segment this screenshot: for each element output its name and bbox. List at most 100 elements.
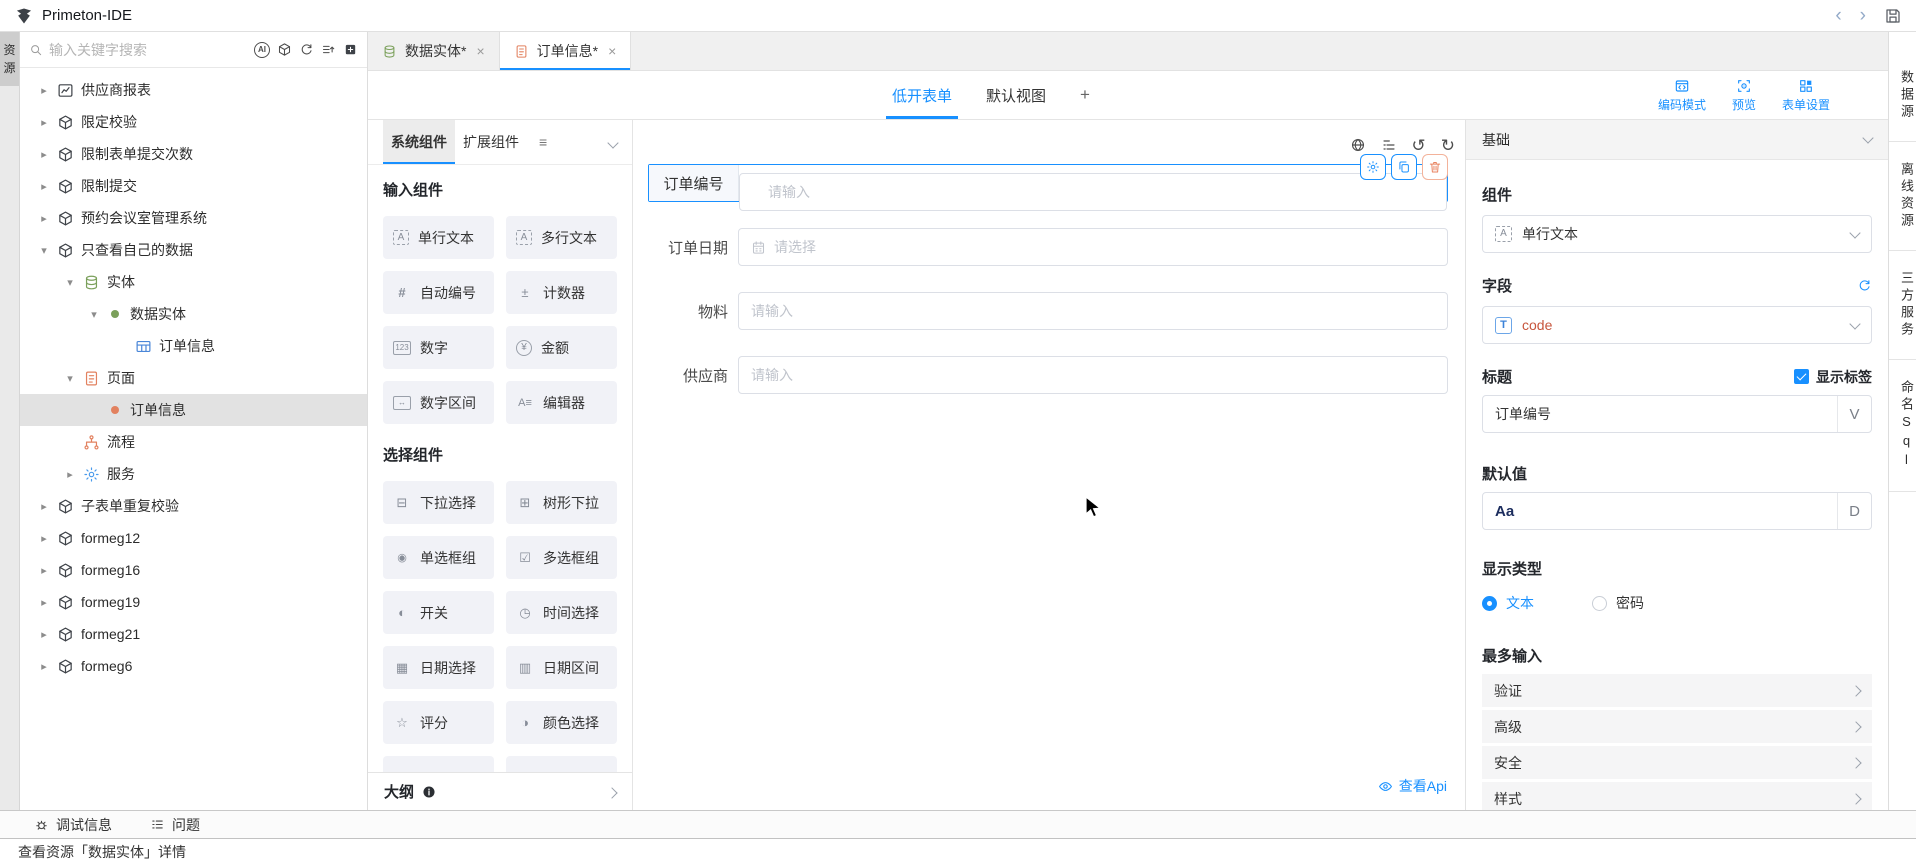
tree-item-selected[interactable]: 订单信息 <box>20 394 367 426</box>
group-row-advanced[interactable]: 高级 <box>1482 710 1872 743</box>
palette-item[interactable]: ±计数器 <box>506 271 617 314</box>
order-code-input[interactable] <box>756 184 1430 200</box>
field-delete-trash-icon[interactable] <box>1422 154 1448 180</box>
save-icon[interactable] <box>1884 7 1902 25</box>
form-field-material[interactable]: 物料 <box>648 292 1448 330</box>
close-icon[interactable]: × <box>608 43 616 59</box>
tree-item[interactable]: ▸预约会议室管理系统 <box>20 202 367 234</box>
palette-item[interactable]: A≡编辑器 <box>506 381 617 424</box>
expand-icon[interactable]: ▸ <box>38 500 50 513</box>
tree-item[interactable]: ▸限定校验 <box>20 106 367 138</box>
tree-item[interactable]: ▸供应商报表 <box>20 74 367 106</box>
field-copy-icon[interactable] <box>1391 154 1417 180</box>
problems-tab[interactable]: 问题 <box>150 815 200 835</box>
radio-option-text[interactable]: 文本 <box>1482 593 1534 613</box>
expand-icon[interactable]: ▸ <box>38 596 50 609</box>
tree-item[interactable]: ▸formeg16 <box>20 554 367 586</box>
expand-icon[interactable]: ▸ <box>38 564 50 577</box>
redo-icon[interactable]: ↻ <box>1441 137 1455 154</box>
form-canvas[interactable]: ↺ ↻ 订单编号 <box>633 120 1465 810</box>
editor-tab-order-info[interactable]: 订单信息* × <box>500 32 632 70</box>
expand-icon[interactable]: ▸ <box>38 628 50 641</box>
forward-icon[interactable]: › <box>1860 6 1866 25</box>
inspector-header-basic[interactable]: 基础 <box>1466 120 1888 160</box>
group-row-validation[interactable]: 验证 <box>1482 674 1872 707</box>
search-input[interactable] <box>49 42 248 58</box>
palette-item[interactable] <box>506 756 617 772</box>
expand-icon[interactable]: ▸ <box>38 84 50 97</box>
form-field-supplier[interactable]: 供应商 <box>648 356 1448 394</box>
field-settings-gear-icon[interactable] <box>1360 154 1386 180</box>
undo-icon[interactable]: ↺ <box>1412 137 1426 154</box>
sync-icon[interactable] <box>1857 278 1872 293</box>
expand-icon[interactable]: ▾ <box>64 276 76 289</box>
back-icon[interactable]: ‹ <box>1835 6 1841 25</box>
tree-item[interactable]: ▾页面 <box>20 362 367 394</box>
material-input[interactable] <box>751 303 1435 319</box>
tree-item[interactable]: ▾实体 <box>20 266 367 298</box>
code-mode-button[interactable]: 编码模式 <box>1658 78 1706 113</box>
title-variable-button[interactable]: V <box>1837 396 1871 432</box>
ai-icon[interactable]: AI <box>254 42 270 58</box>
editor-tab-data-entity[interactable]: 数据实体* × <box>368 32 500 70</box>
order-date-input[interactable] <box>774 239 1435 255</box>
tree-item[interactable]: ▸formeg21 <box>20 618 367 650</box>
palette-item[interactable]: ☆评分 <box>383 701 494 744</box>
preview-button[interactable]: 预览 <box>1732 78 1756 113</box>
outline-icon[interactable] <box>1381 137 1397 153</box>
form-settings-button[interactable]: 表单设置 <box>1782 78 1830 113</box>
palette-item[interactable]: A多行文本 <box>506 216 617 259</box>
strip-tab-named-sql[interactable]: 命名Sql <box>1889 360 1916 492</box>
view-tab-lowcode-form[interactable]: 低开表单 <box>892 71 952 119</box>
expand-icon[interactable]: ▸ <box>64 468 76 481</box>
palette-tab-system[interactable]: 系统组件 <box>383 120 455 164</box>
expand-icon[interactable]: ▾ <box>88 308 100 321</box>
form-field-order-date[interactable]: 订单日期 <box>648 228 1448 266</box>
palette-item[interactable]: ◐开关 <box>383 591 494 634</box>
palette-item[interactable]: ⊟下拉选择 <box>383 481 494 524</box>
locate-icon[interactable] <box>343 42 358 57</box>
globe-icon[interactable] <box>1350 137 1366 153</box>
tree-item[interactable]: ▾只查看自己的数据 <box>20 234 367 266</box>
tree-item[interactable]: ▸子表单重复校验 <box>20 490 367 522</box>
palette-item[interactable]: ☑多选框组 <box>506 536 617 579</box>
palette-tab-extension[interactable]: 扩展组件 <box>455 120 527 164</box>
close-icon[interactable]: × <box>476 43 484 59</box>
palette-item[interactable]: ⊞树形下拉 <box>506 481 617 524</box>
expand-icon[interactable]: ▸ <box>38 148 50 161</box>
tree-item[interactable]: 流程 <box>20 426 367 458</box>
expand-icon[interactable]: ▸ <box>38 660 50 673</box>
palette-item[interactable]: 123数字 <box>383 326 494 369</box>
tree-item[interactable]: ▸formeg19 <box>20 586 367 618</box>
palette-item[interactable]: #自动编号 <box>383 271 494 314</box>
palette-collapse-icon[interactable] <box>609 134 617 150</box>
supplier-input[interactable] <box>751 367 1435 383</box>
tree-item[interactable]: ▾数据实体 <box>20 298 367 330</box>
collapse-all-icon[interactable] <box>321 42 336 57</box>
palette-item[interactable]: ↔数字区间 <box>383 381 494 424</box>
strip-tab-third-party-services[interactable]: 三方服务 <box>1889 251 1916 360</box>
expand-icon[interactable]: ▾ <box>38 244 50 257</box>
add-view-icon[interactable]: + <box>1080 85 1090 105</box>
title-input[interactable] <box>1483 406 1837 422</box>
tree-item[interactable]: ▸限制提交 <box>20 170 367 202</box>
palette-item[interactable]: ◷时间选择 <box>506 591 617 634</box>
palette-item[interactable]: ◉单选框组 <box>383 536 494 579</box>
component-select[interactable]: A 单行文本 <box>1482 215 1872 253</box>
palette-item[interactable] <box>383 756 494 772</box>
show-label-checkbox[interactable] <box>1794 369 1809 384</box>
palette-menu-icon[interactable]: ≡ <box>539 134 547 150</box>
tree-item[interactable]: ▸formeg6 <box>20 650 367 682</box>
form-field-order-code-selected[interactable]: 订单编号 <box>648 164 1448 202</box>
debug-info-tab[interactable]: 调试信息 <box>34 815 112 835</box>
tree-item[interactable]: ▸服务 <box>20 458 367 490</box>
view-tab-default-view[interactable]: 默认视图 <box>986 71 1046 119</box>
group-row-security[interactable]: 安全 <box>1482 746 1872 779</box>
refresh-icon[interactable] <box>299 42 314 57</box>
palette-item[interactable]: A单行文本 <box>383 216 494 259</box>
default-value-input[interactable] <box>1483 503 1837 520</box>
tree-item[interactable]: ▸formeg12 <box>20 522 367 554</box>
outline-footer[interactable]: 大纲 <box>368 772 632 810</box>
expand-icon[interactable]: ▸ <box>38 116 50 129</box>
field-select[interactable]: T code <box>1482 306 1872 344</box>
